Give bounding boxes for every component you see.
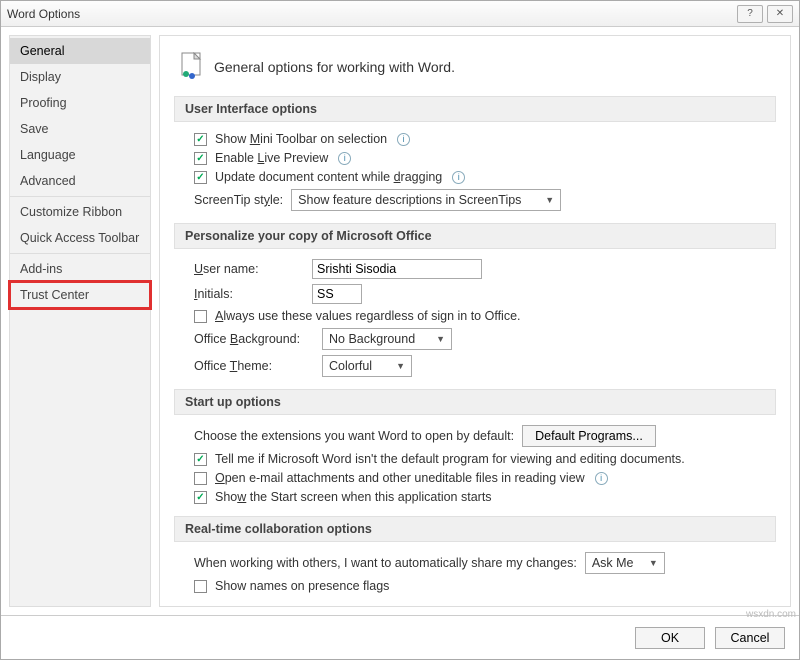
label-user-name: User name: xyxy=(194,262,304,276)
sidebar-label: Save xyxy=(20,122,49,136)
sidebar-item-trust-center[interactable]: Trust Center xyxy=(10,282,150,308)
select-auto-share[interactable]: Ask Me ▼ xyxy=(585,552,665,574)
sidebar-item-display[interactable]: Display xyxy=(10,64,150,90)
info-icon[interactable]: i xyxy=(338,152,351,165)
label-choose-extensions: Choose the extensions you want Word to o… xyxy=(194,429,514,443)
chevron-down-icon: ▼ xyxy=(649,558,658,568)
select-office-background[interactable]: No Background ▼ xyxy=(322,328,452,350)
main-header: General options for working with Word. xyxy=(178,52,776,82)
checkbox-default-program-tell[interactable] xyxy=(194,453,207,466)
chevron-down-icon: ▼ xyxy=(396,361,405,371)
sidebar-label: General xyxy=(20,44,64,58)
sidebar-item-add-ins[interactable]: Add-ins xyxy=(10,256,150,282)
label-presence-flags: Show names on presence flags xyxy=(215,579,389,593)
checkbox-update-dragging[interactable] xyxy=(194,171,207,184)
close-button[interactable]: ✕ xyxy=(767,5,793,23)
cancel-button[interactable]: Cancel xyxy=(715,627,785,649)
word-options-dialog: Word Options ? ✕ General Display Proofin… xyxy=(0,0,800,660)
main-panel: General options for working with Word. U… xyxy=(159,35,791,607)
sidebar-item-save[interactable]: Save xyxy=(10,116,150,142)
label-initials: Initials: xyxy=(194,287,304,301)
checkbox-always-use-values[interactable] xyxy=(194,310,207,323)
sidebar-label: Quick Access Toolbar xyxy=(20,231,139,245)
checkbox-live-preview[interactable] xyxy=(194,152,207,165)
section-startup: Start up options xyxy=(174,389,776,415)
titlebar: Word Options ? ✕ xyxy=(1,1,799,27)
checkbox-open-reading-view[interactable] xyxy=(194,472,207,485)
select-office-theme[interactable]: Colorful ▼ xyxy=(322,355,412,377)
sidebar-label: Proofing xyxy=(20,96,67,110)
select-value: Show feature descriptions in ScreenTips xyxy=(298,193,521,207)
sidebar-label: Customize Ribbon xyxy=(20,205,122,219)
label-default-program-tell: Tell me if Microsoft Word isn't the defa… xyxy=(215,452,685,466)
label-office-background: Office Background: xyxy=(194,332,314,346)
select-value: Ask Me xyxy=(592,556,634,570)
section-user-interface: User Interface options xyxy=(174,96,776,122)
ok-button[interactable]: OK xyxy=(635,627,705,649)
label-show-mini-toolbar: Show Mini Toolbar on selection xyxy=(215,132,387,146)
info-icon[interactable]: i xyxy=(452,171,465,184)
sidebar-item-quick-access[interactable]: Quick Access Toolbar xyxy=(10,225,150,251)
sidebar-label: Advanced xyxy=(20,174,76,188)
chevron-down-icon: ▼ xyxy=(436,334,445,344)
input-initials[interactable] xyxy=(312,284,362,304)
label-live-preview: Enable Live Preview xyxy=(215,151,328,165)
chevron-down-icon: ▼ xyxy=(545,195,554,205)
info-icon[interactable]: i xyxy=(397,133,410,146)
sidebar-label: Trust Center xyxy=(20,288,89,302)
checkbox-show-mini-toolbar[interactable] xyxy=(194,133,207,146)
checkbox-presence-flags[interactable] xyxy=(194,580,207,593)
label-show-start-screen: Show the Start screen when this applicat… xyxy=(215,490,492,504)
watermark: wsxdn.com xyxy=(746,609,796,620)
help-button[interactable]: ? xyxy=(737,5,763,23)
select-value: Colorful xyxy=(329,359,372,373)
sidebar-label: Display xyxy=(20,70,61,84)
sidebar-label: Add-ins xyxy=(20,262,62,276)
dialog-footer: OK Cancel xyxy=(1,615,799,659)
label-auto-share: When working with others, I want to auto… xyxy=(194,556,577,570)
window-title: Word Options xyxy=(7,7,80,21)
input-user-name[interactable] xyxy=(312,259,482,279)
main-header-text: General options for working with Word. xyxy=(214,59,455,75)
sidebar-label: Language xyxy=(20,148,76,162)
label-open-reading-view: Open e-mail attachments and other unedit… xyxy=(215,471,585,485)
sidebar-item-advanced[interactable]: Advanced xyxy=(10,168,150,194)
label-always-use-values: Always use these values regardless of si… xyxy=(215,309,521,323)
sidebar-item-customize-ribbon[interactable]: Customize Ribbon xyxy=(10,199,150,225)
select-value: No Background xyxy=(329,332,415,346)
label-update-dragging: Update document content while dragging xyxy=(215,170,442,184)
document-people-icon xyxy=(178,52,204,82)
select-screentip-style[interactable]: Show feature descriptions in ScreenTips … xyxy=(291,189,561,211)
label-screentip-style: ScreenTip style: xyxy=(194,193,283,207)
section-collaboration: Real-time collaboration options xyxy=(174,516,776,542)
checkbox-show-start-screen[interactable] xyxy=(194,491,207,504)
sidebar-item-language[interactable]: Language xyxy=(10,142,150,168)
sidebar-item-proofing[interactable]: Proofing xyxy=(10,90,150,116)
options-sidebar: General Display Proofing Save Language A… xyxy=(9,35,151,607)
section-personalize: Personalize your copy of Microsoft Offic… xyxy=(174,223,776,249)
sidebar-item-general[interactable]: General xyxy=(10,38,150,64)
default-programs-button[interactable]: Default Programs... xyxy=(522,425,656,447)
label-office-theme: Office Theme: xyxy=(194,359,314,373)
info-icon[interactable]: i xyxy=(595,472,608,485)
